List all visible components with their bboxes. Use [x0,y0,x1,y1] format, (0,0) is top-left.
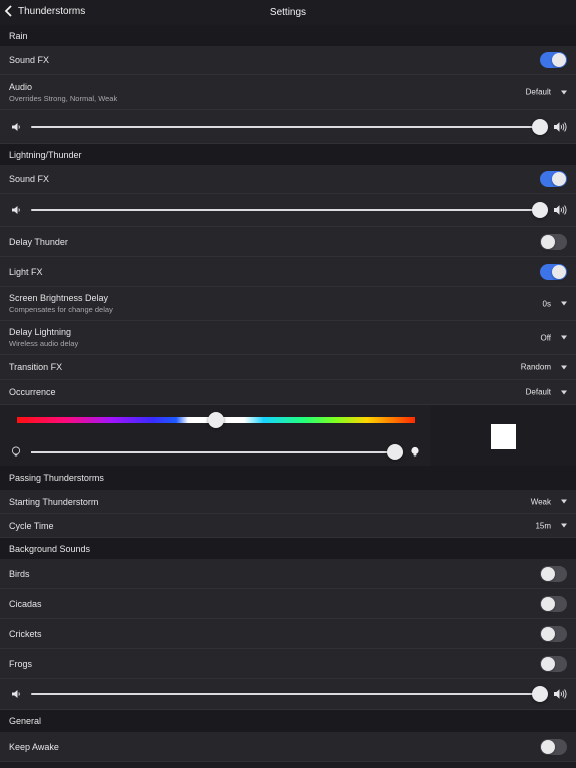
occurrence-dropdown[interactable]: Default [526,388,567,397]
speaker-low-icon [12,690,20,698]
cycle-time-row[interactable]: Cycle Time 15m [0,514,576,538]
delay-thunder-label: Delay Thunder [9,236,68,247]
rain-audio-row[interactable]: Audio Overrides Strong, Normal, Weak Def… [0,75,576,110]
transition-fx-value: Random [520,362,551,372]
speaker-high-icon [554,689,567,699]
crickets-toggle[interactable] [540,625,567,642]
hue-thumb[interactable] [208,412,224,428]
frogs-row: Frogs [0,649,576,679]
delay-lightning-value: Off [540,333,551,342]
delay-thunder-row: Delay Thunder [0,227,576,257]
section-header-rain: Rain [0,25,576,46]
rain-audio-dropdown[interactable]: Default [526,88,567,97]
light-fx-row: Light FX [0,257,576,287]
caret-down-icon [561,499,567,504]
lightning-volume-row [0,194,576,227]
speaker-high-icon [554,121,567,132]
section-header-background: Background Sounds [0,538,576,559]
rain-audio-value: Default [525,87,551,97]
starting-thunderstorm-value: Weak [530,497,551,506]
speaker-high-icon [554,205,567,215]
rain-volume-row [0,110,576,144]
crickets-row: Crickets [0,619,576,649]
cicadas-toggle[interactable] [540,595,567,612]
delay-thunder-toggle[interactable] [540,233,567,250]
delay-lightning-dropdown[interactable]: Off [540,333,567,342]
delay-lightning-sublabel: Wireless audio delay [9,339,79,348]
lightning-sound-fx-label: Sound FX [9,174,50,184]
caret-down-icon [561,365,567,369]
cycle-time-label: Cycle Time [9,520,54,531]
starting-thunderstorm-row[interactable]: Starting Thunderstorm Weak [0,490,576,514]
birds-label: Birds [9,568,30,579]
section-header-lightning: Lightning/Thunder [0,144,576,165]
cycle-time-dropdown[interactable]: 15m [535,521,567,530]
rain-volume-thumb[interactable] [532,118,548,135]
rain-audio-label: Audio [9,81,33,92]
frogs-toggle[interactable] [540,655,567,672]
rain-sound-fx-row: Sound FX [0,46,576,75]
brightness-slider[interactable] [31,451,403,453]
light-fx-toggle[interactable] [540,263,567,280]
lightning-volume-thumb[interactable] [532,202,548,218]
delay-lightning-row[interactable]: Delay Lightning Wireless audio delay Off [0,321,576,355]
occurrence-row[interactable]: Occurrence Default [0,380,576,405]
color-swatch[interactable] [491,424,516,449]
rain-sound-fx-toggle[interactable] [540,52,567,68]
cicadas-label: Cicadas [9,598,42,609]
brightness-delay-label: Screen Brightness Delay [9,293,109,303]
brightness-delay-row[interactable]: Screen Brightness Delay Compensates for … [0,287,576,321]
bottom-spacer [0,762,576,768]
nav-bar: Thunderstorms Settings [0,0,576,25]
bulb-off-icon [11,446,21,457]
rain-audio-sublabel: Overrides Strong, Normal, Weak [9,93,118,103]
frogs-label: Frogs [9,658,33,669]
section-header-passing: Passing Thunderstorms [0,466,576,490]
light-fx-label: Light FX [9,266,43,277]
page-title: Settings [269,7,307,18]
starting-thunderstorm-label: Starting Thunderstorm [9,496,99,507]
bulb-on-icon [411,446,419,457]
transition-fx-row[interactable]: Transition FX Random [0,355,576,380]
caret-down-icon [561,301,567,306]
brightness-delay-sublabel: Compensates for change delay [9,305,113,314]
crickets-label: Crickets [9,628,42,639]
birds-toggle[interactable] [540,565,567,582]
background-volume-slider[interactable] [31,693,540,695]
color-preview [431,405,576,466]
caret-down-icon [561,523,567,528]
section-header-general: General [0,710,576,732]
keep-awake-row: Keep Awake [0,732,576,762]
caret-down-icon [561,335,567,340]
background-volume-thumb[interactable] [532,686,548,702]
rain-sound-fx-label: Sound FX [9,55,50,65]
brightness-delay-value: 0s [542,299,551,308]
lightning-volume-slider[interactable] [31,209,540,211]
occurrence-value: Default [525,387,551,397]
keep-awake-label: Keep Awake [9,741,59,752]
speaker-low-icon [12,122,20,131]
lightning-sound-fx-toggle[interactable] [540,171,567,187]
color-controls [0,405,430,466]
rain-volume-slider[interactable] [31,125,540,128]
birds-row: Birds [0,559,576,589]
occurrence-label: Occurrence [9,387,56,397]
transition-fx-label: Transition FX [9,362,63,372]
transition-fx-dropdown[interactable]: Random [521,363,567,372]
keep-awake-toggle[interactable] [540,738,567,755]
brightness-delay-dropdown[interactable]: 0s [543,299,567,308]
caret-down-icon [561,390,567,394]
delay-lightning-label: Delay Lightning [9,327,72,337]
lightning-sound-fx-row: Sound FX [0,165,576,194]
background-volume-row [0,679,576,710]
cycle-time-value: 15m [535,521,551,530]
light-color-panel [0,405,576,466]
starting-thunderstorm-dropdown[interactable]: Weak [531,497,567,506]
caret-down-icon [561,90,567,94]
cicadas-row: Cicadas [0,589,576,619]
speaker-low-icon [12,206,20,214]
brightness-thumb[interactable] [387,444,403,460]
